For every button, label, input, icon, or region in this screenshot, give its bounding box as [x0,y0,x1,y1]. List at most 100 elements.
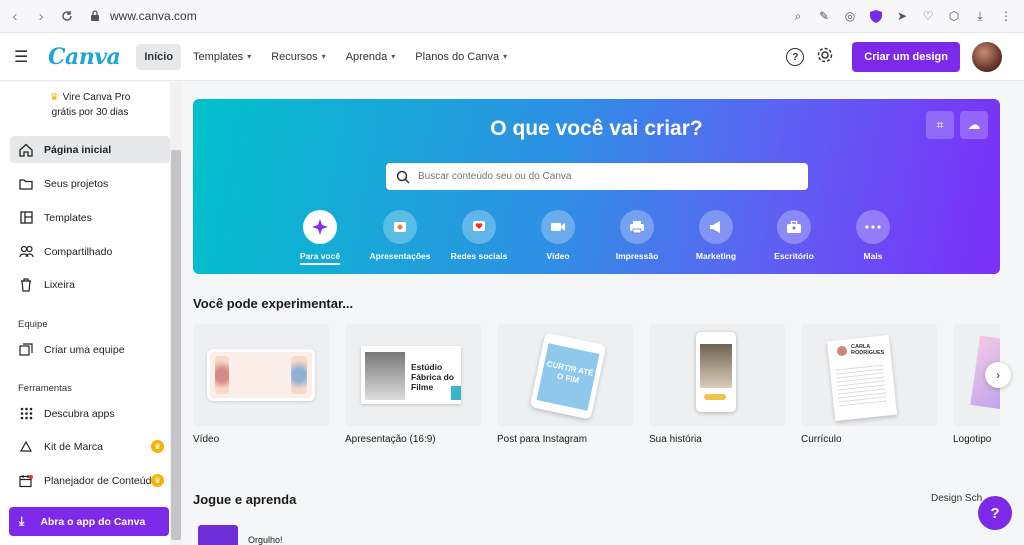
printer-icon [620,210,654,244]
category-escritorio[interactable]: Escritório [758,210,830,261]
sidebar-item-templates[interactable]: Templates [10,204,170,231]
crop-icon[interactable]: ⌗ [926,111,954,139]
address-bar[interactable]: www.canva.com [110,9,197,23]
sidebar-item-label: Página inicial [44,143,112,156]
help-fab-button[interactable]: ? [978,496,1012,530]
design-school-link[interactable]: Design Sch [931,493,982,504]
crown-icon: ♛ [49,92,59,103]
nav-planos[interactable]: Planos do Canva ▾ [407,44,515,70]
sidebar-item-label: Compartilhado [44,245,113,258]
download-icon[interactable]: ⤓ [970,6,990,26]
category-impressao[interactable]: Impressão [601,210,673,261]
reload-icon[interactable] [56,5,78,27]
presentation-icon [383,210,417,244]
sidebar-item-home[interactable]: Página inicial [10,136,170,163]
folder-icon [18,176,34,192]
hero-banner: O que você vai criar? ⌗ ☁ Para você Apre… [193,99,1000,274]
megaphone-icon [699,210,733,244]
category-redes-sociais[interactable]: Redes sociais [443,210,515,261]
crown-badge-icon: ♛ [151,474,164,487]
learn-card-thumbnail[interactable] [198,525,238,545]
search-input[interactable] [418,171,798,182]
nav-inicio[interactable]: Início [136,43,182,70]
brand-kit-icon [18,439,34,455]
app-header: ☰ Canva Início Templates ▾ Recursos ▾ Apre… [0,33,1024,81]
category-para-voce[interactable]: Para você [284,210,356,265]
card-thumbnail: CURTIR ATÉ O FIM [497,324,633,426]
home-icon [18,142,34,158]
learn-section-title: Jogue e aprenda [193,492,297,507]
card-instagram-post[interactable]: CURTIR ATÉ O FIM Post para Instagram [497,324,633,445]
search-icon [396,170,410,184]
sidebar-item-label: Seus projetos [44,177,109,190]
trash-icon [18,277,34,293]
sidebar-item-trash[interactable]: Lixeira [10,271,170,298]
heart-icon[interactable]: ♡ [918,6,938,26]
edit-icon[interactable]: ✎ [814,6,834,26]
cube-icon[interactable]: ⬡ [944,6,964,26]
sidebar-item-label: Planejador de Conteúdo [44,474,158,487]
category-video[interactable]: Vídeo [522,210,594,261]
sidebar-item-apps[interactable]: Descubra apps [10,400,170,427]
chevron-down-icon: ▾ [247,52,252,61]
camera-icon[interactable]: ◎ [840,6,860,26]
carousel-next-button[interactable]: › [985,362,1011,388]
sidebar-item-label: Descubra apps [44,407,115,420]
sidebar-item-brand-kit[interactable]: Kit de Marca ♛ [10,433,170,460]
people-icon [18,244,34,260]
sidebar-item-label: Templates [44,211,92,224]
card-thumbnail [193,324,329,426]
pro-promo[interactable]: ♛ Vire Canva Pro grátis por 30 dias [20,90,160,120]
sidebar-item-shared[interactable]: Compartilhado [10,238,170,265]
apps-icon [18,406,34,422]
sidebar-item-projects[interactable]: Seus projetos [10,170,170,197]
nav-aprenda[interactable]: Aprenda ▾ [338,44,404,70]
sidebar-item-label: Kit de Marca [44,440,103,453]
card-video[interactable]: Vídeo [193,324,329,445]
sidebar-scrollbar-thumb[interactable] [171,150,181,540]
send-icon[interactable]: ➤ [892,6,912,26]
forward-icon[interactable]: › [30,5,52,27]
avatar[interactable] [972,42,1002,72]
chevron-down-icon: ▾ [391,52,396,61]
shield-icon[interactable] [866,6,886,26]
calendar-icon [18,473,34,489]
sidebar-item-label: Lixeira [44,278,75,291]
hamburger-menu-icon[interactable]: ☰ [14,47,34,67]
sparkle-icon [303,210,337,244]
download-icon: ⤓ [19,514,25,528]
help-icon[interactable]: ? [786,48,805,66]
tools-heading: Ferramentas [18,383,72,394]
nav-templates[interactable]: Templates ▾ [185,44,259,70]
team-icon [18,342,34,358]
sidebar: ♛ Vire Canva Pro grátis por 30 dias Págin… [0,82,182,545]
card-thumbnail [649,324,785,426]
more-icon [856,210,890,244]
chevron-down-icon: ▾ [503,52,508,61]
sidebar-item-label: Criar uma equipe [44,343,125,356]
nav-recursos[interactable]: Recursos ▾ [263,44,333,70]
heart-chat-icon [462,210,496,244]
search-bar[interactable] [386,163,808,190]
card-presentation[interactable]: Estúdio Fábrica do Filme Apresentação (1… [345,324,481,445]
chevron-right-icon: › [996,368,1000,382]
zoom-icon[interactable]: ⌕ [788,6,808,26]
chevron-down-icon: ▾ [321,52,326,61]
category-mais[interactable]: Mais [837,210,909,261]
sidebar-item-create-team[interactable]: Criar uma equipe [10,336,170,363]
settings-gear-icon[interactable] [816,46,834,69]
upload-cloud-icon[interactable]: ☁ [960,111,988,139]
briefcase-icon [777,210,811,244]
canva-logo[interactable]: Canva [48,44,121,70]
create-design-button[interactable]: Criar um design [852,42,960,72]
back-icon[interactable]: ‹ [4,5,26,27]
open-app-button[interactable]: ⤓ Abra o app do Canva [9,507,169,536]
card-story[interactable]: Sua história [649,324,785,445]
lock-icon [88,8,102,24]
category-marketing[interactable]: Marketing [680,210,752,261]
sidebar-item-planner[interactable]: Planejador de Conteúdo ♛ [10,467,170,494]
suggestions-title: Você pode experimentar... [193,296,354,311]
card-resume[interactable]: CARLA RODRIGUES Currículo [801,324,937,445]
category-apresentacoes[interactable]: Apresentações [364,210,436,261]
menu-dots-icon[interactable]: ⋮ [996,6,1016,26]
